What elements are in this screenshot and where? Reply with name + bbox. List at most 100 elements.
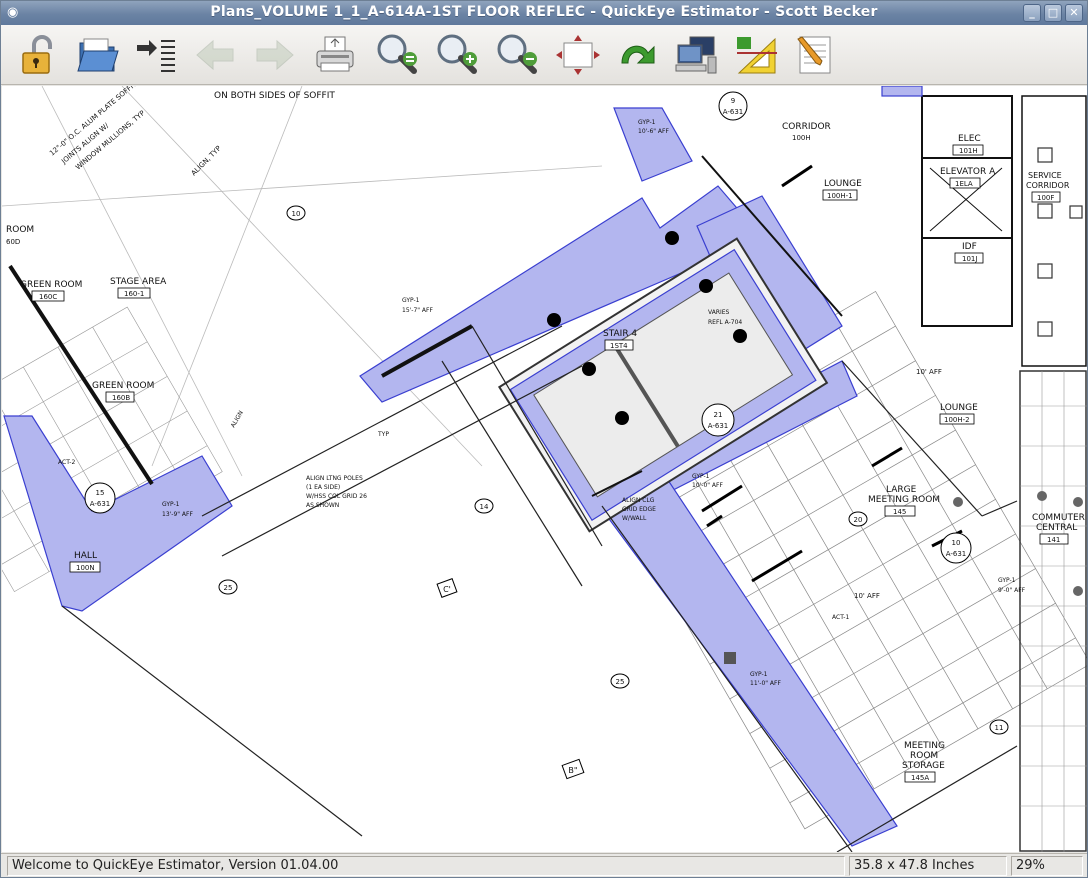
section-tag-9-sheet: A-631 [723, 108, 744, 116]
commuter-label-1: COMMUTER [1032, 513, 1085, 523]
rotate-arrow-icon [621, 45, 655, 64]
service-corridor-label-2: CORRIDOR [1026, 181, 1070, 190]
elevator-number: 1ELA [955, 180, 973, 188]
soffit-note: ON BOTH SIDES OF SOFFIT [214, 91, 335, 101]
minimize-button[interactable]: _ [1023, 4, 1041, 22]
maximize-button[interactable]: □ [1044, 4, 1062, 22]
drawing-canvas[interactable]: ON BOTH SIDES OF SOFFIT 12"-0" O.C. ALUM… [2, 86, 1087, 852]
open-button[interactable] [73, 29, 123, 81]
lounge-1-label: LOUNGE [824, 179, 862, 189]
section-tag-10: 10 [952, 539, 961, 547]
hall-number: 100N [76, 564, 95, 572]
stair-label: STAIR 4 [603, 329, 637, 339]
title-bar[interactable]: ◉ Plans_VOLUME 1_1_A-614A-1ST FLOOR REFL… [1, 1, 1087, 25]
refl-note: REFL A-704 [708, 319, 742, 326]
commuter-label-2: CENTRAL [1036, 523, 1077, 533]
notes-button[interactable] [791, 29, 841, 81]
align-poles-note-2: (1 EA SIDE) [306, 484, 340, 491]
elec-number: 101H [959, 147, 978, 155]
unlock-button[interactable] [13, 29, 63, 81]
gyp-note-1: GYP-1 [402, 297, 420, 304]
act2-note: ACT-2 [58, 459, 75, 466]
magnifier-minus-icon [497, 34, 537, 74]
print-button[interactable] [310, 29, 360, 81]
meeting-storage-number: 145A [911, 774, 929, 782]
corridor-label: CORRIDOR [782, 122, 831, 132]
folder-open-icon [77, 38, 119, 72]
scale-button[interactable] [732, 29, 782, 81]
act1-note: ACT-1 [832, 614, 849, 621]
idf-label: IDF [962, 242, 977, 252]
section-tag-21: 21 [714, 411, 723, 419]
magnifier-equals-icon [377, 34, 417, 74]
rotate-button[interactable] [613, 29, 663, 81]
align-grid-note-1: ALIGN CLG [622, 497, 655, 504]
room-cut-number: 60D [6, 238, 20, 246]
stage-area-number: 160-1 [124, 290, 144, 298]
grid-marker-25a: 25 [224, 584, 233, 592]
commuter-number: 141 [1047, 536, 1060, 544]
large-meeting-number: 145 [893, 508, 906, 516]
grid-marker-c: C' [443, 585, 451, 594]
gyp-note-3: GYP-1 [162, 501, 180, 508]
aff-note-1: 10' AFF [916, 368, 942, 376]
app-window: ◉ Plans_VOLUME 1_1_A-614A-1ST FLOOR REFL… [0, 0, 1088, 878]
back-button[interactable] [190, 29, 240, 81]
gyp-note-4-height: 11'-0" AFF [750, 680, 781, 687]
align-grid-note-3: W/WALL [622, 515, 647, 522]
network-button[interactable] [671, 29, 721, 81]
grid-marker-b: B" [568, 766, 577, 775]
idf-number: 101J [962, 255, 977, 263]
large-meeting-label-2: MEETING ROOM [868, 495, 940, 505]
large-meeting-label-1: LARGE [886, 485, 917, 495]
zoom-fit-button[interactable] [373, 29, 423, 81]
printer-icon [316, 36, 354, 72]
toolbar [1, 25, 1087, 85]
section-tag-15-sheet: A-631 [90, 500, 111, 508]
gyp-note-4: GYP-1 [750, 671, 768, 678]
gyp-note-6-height: 10'-0" AFF [692, 482, 723, 489]
magnifier-plus-icon [437, 34, 477, 74]
pan-arrows-icon [556, 35, 600, 75]
close-button[interactable]: ✕ [1065, 4, 1083, 22]
elevator-label: ELEVATOR A [940, 167, 996, 177]
align-poles-note-4: AS SHOWN [306, 502, 339, 509]
typ-note: TYP [377, 431, 389, 438]
zoom-out-button[interactable] [493, 29, 543, 81]
grid-marker-11: 11 [995, 724, 1004, 732]
section-tag-10-sheet: A-631 [946, 550, 967, 558]
gyp-note-1-height: 15'-7" AFF [402, 307, 433, 314]
meeting-storage-label-1: MEETING [904, 741, 945, 751]
align-poles-note-1: ALIGN LTNG POLES [306, 475, 363, 482]
zoom-in-button[interactable] [433, 29, 483, 81]
room-cut-label: ROOM [6, 225, 34, 235]
align-note: ALIGN [230, 410, 245, 429]
section-tag-9: 9 [731, 97, 735, 105]
arrow-left-icon [196, 39, 234, 71]
lounge-2-number: 100H-2 [944, 416, 970, 424]
forward-button[interactable] [250, 29, 300, 81]
grid-marker-20: 20 [854, 516, 863, 524]
green-room-160c-label: GREEN ROOM [20, 280, 82, 290]
meeting-storage-label-3: STORAGE [902, 761, 945, 771]
lounge-1-number: 100H-1 [827, 192, 853, 200]
gyp-note-6: GYP-1 [692, 473, 710, 480]
stage-area-label: STAGE AREA [110, 277, 167, 287]
status-bar: Welcome to QuickEye Estimator, Version 0… [1, 853, 1087, 877]
section-tag-21-sheet: A-631 [708, 422, 729, 430]
floor-plan-drawing: ON BOTH SIDES OF SOFFIT 12"-0" O.C. ALUM… [2, 86, 1087, 852]
gyp-note-2-height: 10'-6" AFF [638, 128, 669, 135]
varies-note: VARIES [708, 309, 730, 316]
gyp-note-5-height: 9'-0" AFF [998, 587, 1026, 594]
triangle-ruler-icon [737, 37, 777, 74]
padlock-open-icon [22, 35, 52, 74]
grid-marker-10: 10 [292, 210, 301, 218]
go-to-page-button[interactable] [130, 29, 180, 81]
section-tag-15: 15 [96, 489, 105, 497]
hall-label: HALL [74, 551, 97, 561]
pencil-note-icon [797, 36, 831, 74]
gyp-note-3-height: 13'-9" AFF [162, 511, 193, 518]
pan-button[interactable] [553, 29, 603, 81]
window-title: Plans_VOLUME 1_1_A-614A-1ST FLOOR REFLEC… [210, 4, 878, 20]
service-corridor-number: 100F [1037, 194, 1054, 202]
